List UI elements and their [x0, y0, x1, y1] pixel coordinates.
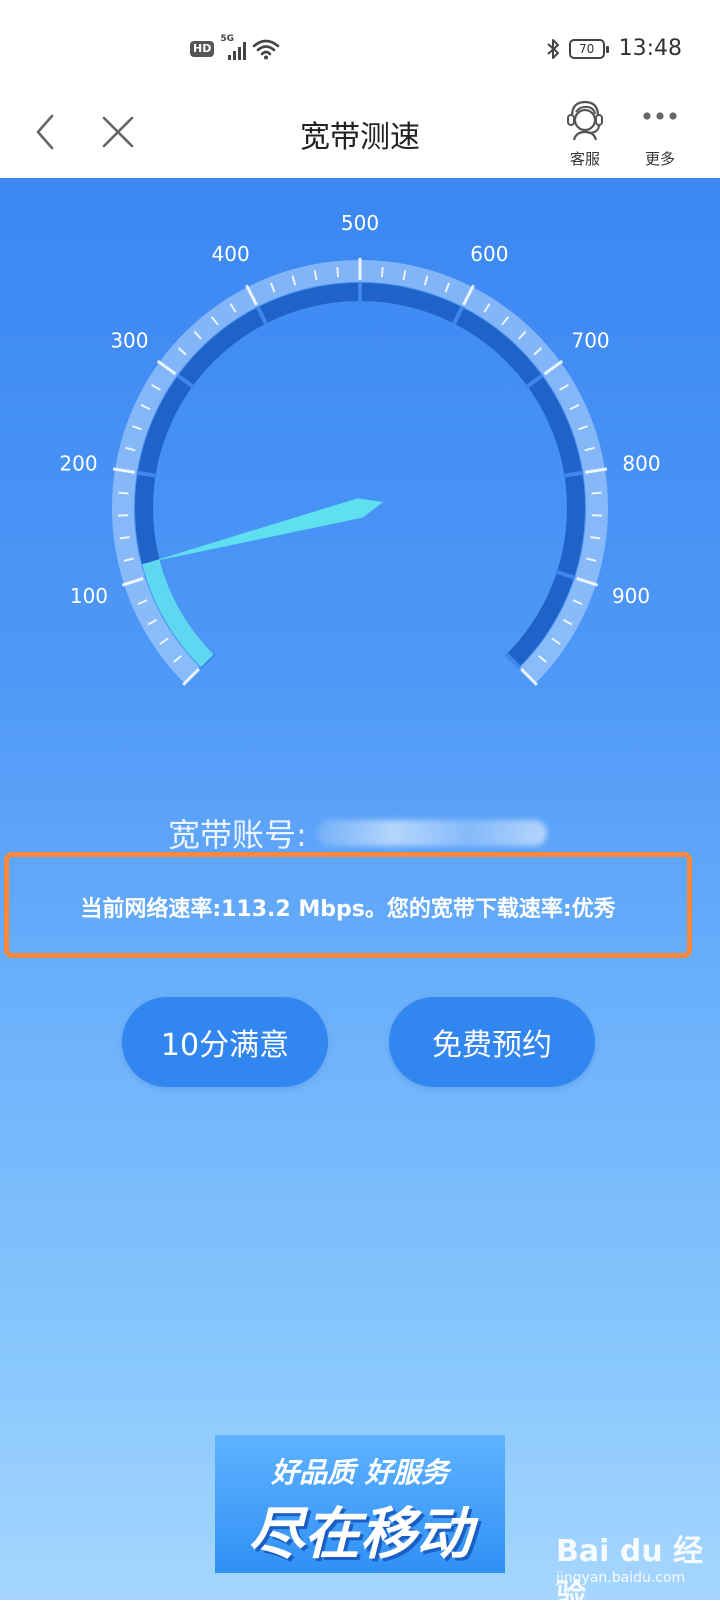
gauge-tick-label: 200	[59, 451, 97, 475]
gauge-minor-tick	[118, 493, 128, 494]
gauge-needle	[149, 498, 383, 562]
gauge-minor-tick	[592, 493, 602, 494]
wifi-icon	[252, 38, 280, 60]
gauge-tick-label: 300	[110, 328, 148, 352]
battery-icon: 70	[569, 39, 605, 59]
gauge-tick-label: 700	[571, 328, 609, 352]
top-nav: 宽带测速 客服 更多	[0, 90, 720, 178]
gauge-tick-label: 900	[612, 584, 650, 608]
signal-icon: 5G	[220, 38, 246, 60]
free-booking-button[interactable]: 免费预约	[389, 997, 595, 1087]
account-label: 宽带账号:	[168, 810, 307, 856]
gauge-outer-band	[123, 271, 597, 676]
speed-result-highlight: 当前网络速率:113.2 Mbps。您的宽带下载速率:优秀	[4, 852, 692, 958]
gauge-minor-tick	[590, 537, 600, 538]
gauge-tick-label: 500	[341, 211, 379, 235]
gauge-inner-band	[144, 292, 576, 661]
status-right: 70 13:48	[545, 36, 682, 61]
status-bar: HD 5G 70 13:48	[0, 0, 720, 90]
banner-headline: 尽在移动	[215, 1489, 505, 1570]
more-label: 更多	[625, 148, 695, 169]
hd-badge: HD	[190, 41, 214, 57]
speed-gauge: 01002003004005006007008009001000	[0, 178, 720, 698]
more-icon	[637, 96, 683, 142]
gauge-tick-label: 800	[622, 451, 660, 475]
more-button[interactable]: 更多	[625, 96, 695, 169]
gauge-minor-tick	[120, 537, 130, 538]
bluetooth-icon	[545, 37, 561, 61]
watermark-url: jingyan.baidu.com	[556, 1570, 685, 1586]
promo-banner[interactable]: 好品质 好服务 尽在移动	[215, 1435, 505, 1573]
rate-10-button[interactable]: 10分满意	[122, 997, 328, 1087]
customer-service-button[interactable]: 客服	[550, 96, 620, 169]
gauge-minor-tick	[382, 267, 383, 277]
baidu-jingyan-watermark: Bai du 经验 jingyan.baidu.com	[534, 1518, 704, 1596]
customer-service-icon	[562, 96, 608, 142]
customer-service-label: 客服	[550, 148, 620, 169]
banner-slogan: 好品质 好服务	[215, 1451, 505, 1491]
gauge-tick-label: 600	[470, 242, 508, 266]
gauge-tick-label: 100	[70, 584, 108, 608]
status-time: 13:48	[619, 36, 682, 61]
speed-result-text: 当前网络速率:113.2 Mbps。您的宽带下载速率:优秀	[9, 891, 687, 923]
gauge-minor-tick	[337, 267, 338, 277]
battery-level: 70	[579, 42, 594, 56]
status-left: HD 5G	[190, 38, 280, 60]
account-value-masked	[317, 820, 547, 846]
speedtest-panel: 01002003004005006007008009001000 宽带账号: 当…	[0, 178, 720, 1600]
account-row: 宽带账号:	[168, 810, 547, 856]
gauge-tick-label: 400	[212, 242, 250, 266]
